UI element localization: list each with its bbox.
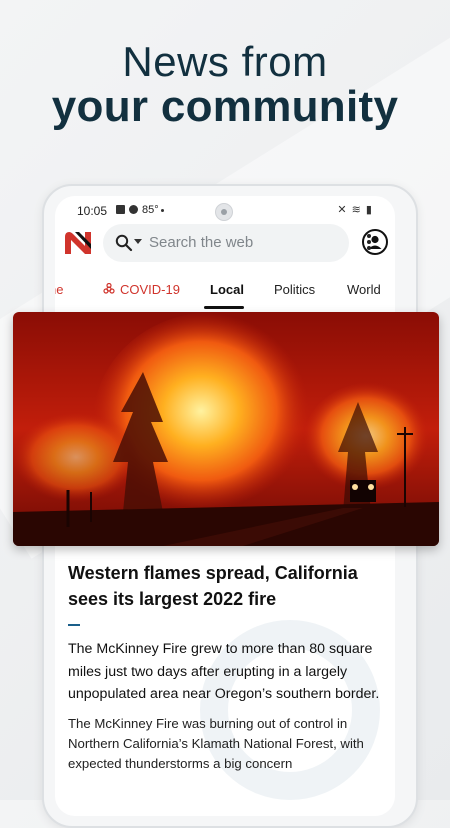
app-bar: Search the web <box>55 224 395 264</box>
tab-covid-19-label: COVID-19 <box>120 282 180 297</box>
status-right-icons: ✕ ≋ ▮ <box>337 204 373 216</box>
tab-world[interactable]: World <box>347 282 381 297</box>
notification-dot-icon <box>161 209 164 212</box>
newsbreak-logo-icon[interactable] <box>63 228 93 258</box>
gallery-icon <box>116 205 125 214</box>
status-bar: 10:05 85° ✕ ≋ ▮ <box>55 196 395 222</box>
search-icon <box>115 234 133 252</box>
article-title[interactable]: Western flames spread, California sees i… <box>68 560 386 612</box>
front-camera <box>215 203 233 221</box>
promo-headline-line1: News from <box>122 38 328 85</box>
tab-local[interactable]: Local <box>210 282 244 297</box>
status-temperature: 85° <box>142 204 159 216</box>
location-icon <box>129 205 138 214</box>
more-menu-icon[interactable] <box>366 232 372 254</box>
active-tab-indicator <box>204 306 244 309</box>
article-summary: The McKinney Fire grew to more than 80 s… <box>68 641 380 702</box>
article-body: The McKinney Fire was burning out of con… <box>68 715 364 771</box>
status-time: 10:05 <box>77 204 108 218</box>
biohazard-icon <box>103 283 115 294</box>
chevron-down-icon[interactable] <box>134 239 142 244</box>
search-placeholder: Search the web <box>149 234 254 251</box>
title-divider <box>68 624 80 626</box>
tab-politics[interactable]: Politics <box>274 282 315 297</box>
promo-headline-line2: your community <box>51 82 399 131</box>
wildfire-photo[interactable] <box>13 312 439 546</box>
tab-covid-19[interactable]: COVID-19 <box>103 282 180 297</box>
category-tabs: ne COVID-19 Local Politics World <box>55 276 395 310</box>
article[interactable]: Western flames spread, California sees i… <box>68 560 386 774</box>
tab-partial[interactable]: ne <box>55 282 63 297</box>
search-bar[interactable]: Search the web <box>103 224 388 262</box>
